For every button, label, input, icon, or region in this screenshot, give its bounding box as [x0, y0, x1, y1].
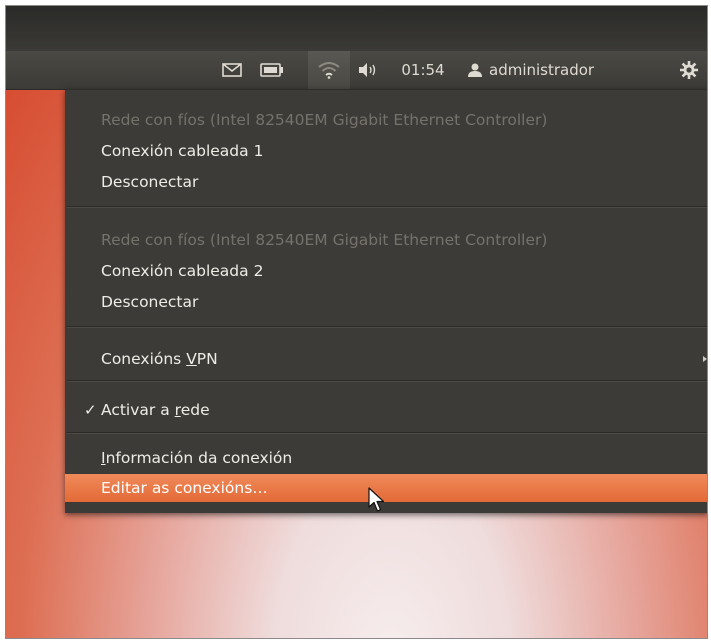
volume-indicator[interactable] — [352, 51, 384, 89]
info-label-suffix: nformación da conexión — [105, 449, 293, 467]
menu-separator — [67, 326, 707, 328]
window-top-strip — [6, 6, 707, 51]
connection-info-item[interactable]: Información da conexión — [65, 444, 707, 472]
clock-text: 01:54 — [401, 61, 445, 79]
disconnect-device-1-item[interactable]: Desconectar — [65, 168, 707, 196]
top-panel: 01:54 administrador — [6, 51, 707, 90]
edit-connections-item[interactable]: Editar as conexións… — [65, 474, 707, 502]
enable-label-prefix: Activar a — [101, 401, 175, 419]
wired-connection-1-item[interactable]: Conexión cableada 1 — [65, 137, 707, 165]
network-indicator[interactable] — [308, 51, 350, 89]
session-indicator[interactable] — [671, 51, 707, 89]
clock-indicator[interactable]: 01:54 — [385, 51, 461, 89]
menu-separator — [67, 432, 707, 434]
mouse-pointer-icon — [368, 487, 385, 512]
submenu-arrow-icon — [703, 356, 707, 362]
speaker-icon — [359, 63, 376, 77]
disconnect-device-2-item[interactable]: Desconectar — [65, 288, 707, 316]
username-text: administrador — [489, 61, 595, 79]
enable-networking-item[interactable]: ✓ Activar a rede — [65, 396, 707, 424]
battery-icon — [260, 63, 283, 77]
checkmark-icon: ✓ — [84, 401, 97, 419]
wired-device-1-header: Rede con fíos (Intel 82540EM Gigabit Eth… — [101, 111, 548, 129]
enable-label-suffix: ede — [180, 401, 210, 419]
messaging-indicator[interactable] — [215, 51, 249, 89]
network-menu: Rede con fíos (Intel 82540EM Gigabit Eth… — [65, 89, 707, 513]
envelope-icon — [222, 63, 242, 77]
menu-separator — [67, 380, 707, 382]
wired-connection-2-item[interactable]: Conexión cableada 2 — [65, 257, 707, 285]
screenshot-frame: 01:54 administrador Rede con fíos (Intel… — [5, 5, 708, 639]
wired-device-2-header: Rede con fíos (Intel 82540EM Gigabit Eth… — [101, 231, 548, 249]
battery-indicator[interactable] — [252, 51, 292, 89]
vpn-label-suffix: PN — [196, 350, 218, 368]
person-icon — [468, 63, 482, 77]
vpn-label-mnemonic: V — [186, 350, 197, 368]
vpn-label-prefix: Conexións — [101, 350, 187, 368]
vpn-connections-item[interactable]: Conexións VPN — [65, 345, 707, 373]
menu-separator — [67, 206, 707, 208]
user-indicator[interactable]: administrador — [467, 51, 667, 89]
gear-icon — [680, 61, 698, 79]
wifi-icon — [318, 62, 340, 79]
